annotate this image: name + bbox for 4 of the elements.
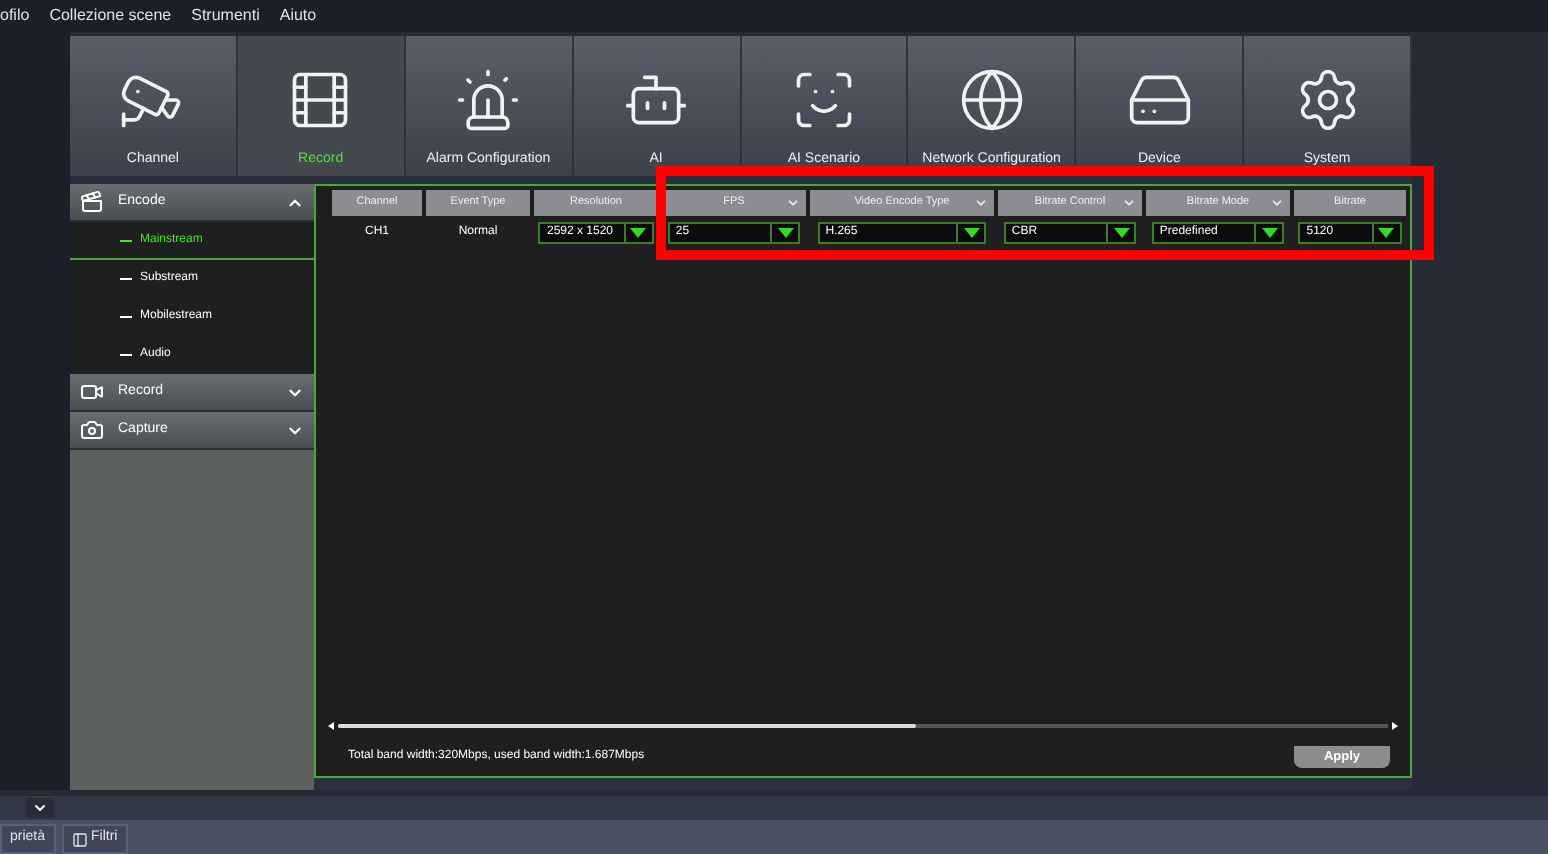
menu-item[interactable]: ofilo	[0, 4, 30, 28]
menu-item[interactable]: Strumenti	[191, 4, 260, 28]
menu-item[interactable]: Collezione scene	[49, 4, 172, 28]
menu-item[interactable]: Aiuto	[279, 4, 317, 28]
